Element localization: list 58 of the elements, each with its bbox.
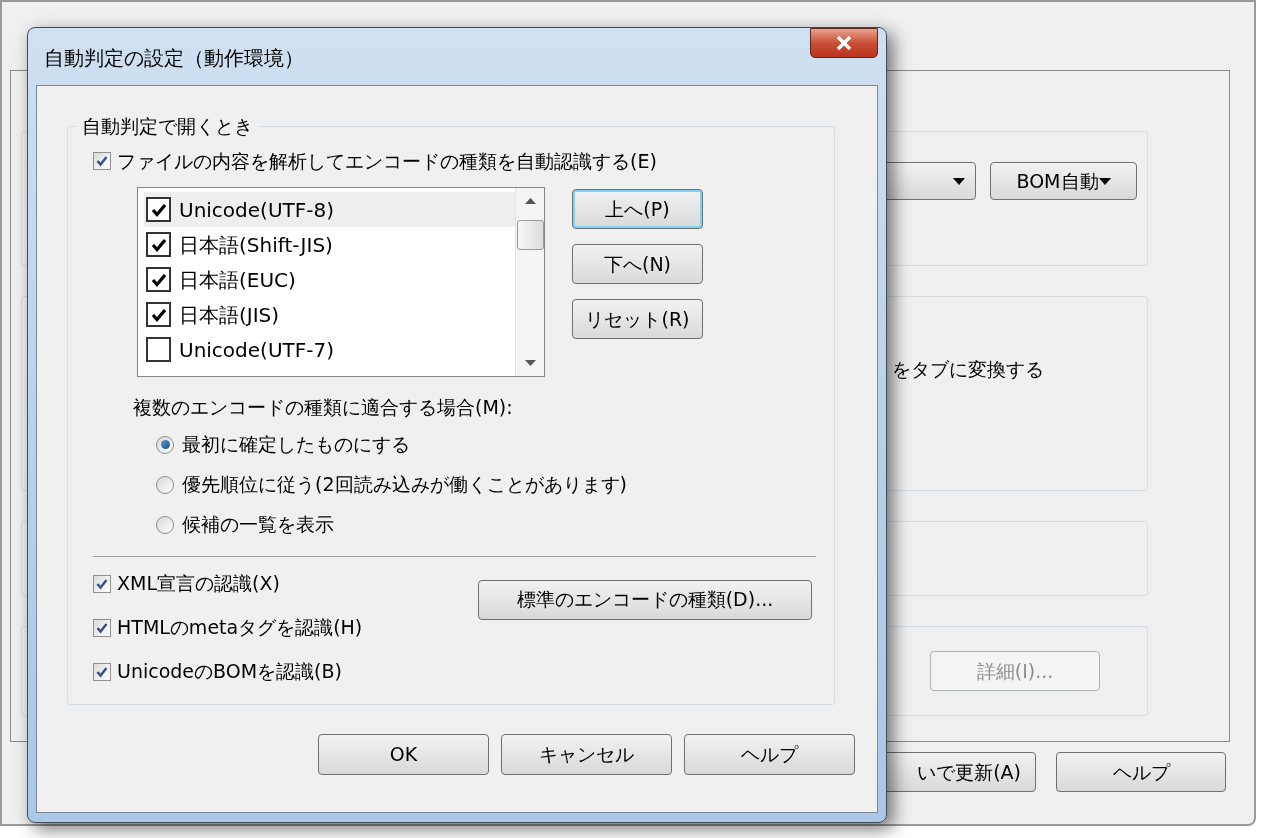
list-item-label: 日本語(JIS) xyxy=(179,301,280,329)
dialog-button[interactable]: OK xyxy=(318,734,489,775)
close-icon xyxy=(835,35,853,51)
list-item[interactable]: Unicode(UTF-7) xyxy=(144,332,515,367)
window-title: 自動判定の設定（動作環境） xyxy=(44,44,304,72)
check-icon xyxy=(150,307,167,322)
dropdown[interactable]: BOM自動 xyxy=(990,162,1137,200)
check-icon xyxy=(96,154,108,167)
default-encoding-button[interactable]: 標準のエンコードの種類(D)... xyxy=(478,579,812,620)
order-button[interactable]: 下へ(N) xyxy=(572,244,703,284)
scroll-down-icon[interactable] xyxy=(524,360,536,366)
radio-label: 候補の一覧を表示 xyxy=(182,512,334,538)
check-icon xyxy=(150,237,167,252)
checkbox[interactable] xyxy=(146,267,171,292)
order-button[interactable]: リセット(R) xyxy=(572,299,703,339)
checkbox[interactable] xyxy=(93,618,111,637)
option-label: をタブに変換する xyxy=(892,357,1044,382)
checkbox-label: UnicodeのBOMを認識(B) xyxy=(117,659,342,685)
group-title: 自動判定で開くとき xyxy=(81,114,254,139)
checkbox[interactable] xyxy=(93,151,111,170)
check-icon xyxy=(96,621,108,634)
order-button[interactable]: 上へ(P) xyxy=(572,189,703,229)
radio-button[interactable] xyxy=(156,475,174,494)
checkbox[interactable] xyxy=(146,232,171,257)
caret-icon xyxy=(1098,177,1111,185)
close-button[interactable] xyxy=(810,28,878,58)
dialog-button[interactable]: ヘルプ xyxy=(1056,752,1226,792)
radio-button[interactable] xyxy=(156,435,174,454)
list-item-label: 日本語(Shift-JIS) xyxy=(179,231,333,259)
list-item[interactable]: 日本語(Shift-JIS) xyxy=(144,227,515,262)
list-item-label: Unicode(UTF-7) xyxy=(179,336,334,364)
scroll-thumb[interactable] xyxy=(516,220,544,250)
checkbox[interactable] xyxy=(93,662,111,681)
section-label: 複数のエンコードの種類に適合する場合(M): xyxy=(133,395,514,420)
list-item[interactable]: Unicode(UTF-8) xyxy=(144,192,515,227)
checkbox-label: HTMLのmetaタグを認識(H) xyxy=(117,615,363,641)
radio-label: 優先順位に従う(2回読み込みが働くことがあります) xyxy=(182,472,627,498)
list-item-label: 日本語(EUC) xyxy=(179,266,296,294)
list-item-label: Unicode(UTF-8) xyxy=(179,196,334,224)
dialog-button[interactable]: キャンセル xyxy=(501,734,672,775)
list-item[interactable]: 日本語(JIS) xyxy=(144,297,515,332)
dialog-button[interactable]: ヘルプ xyxy=(684,734,855,775)
checkbox[interactable] xyxy=(146,302,171,327)
scroll-up-icon[interactable] xyxy=(524,198,536,204)
scrollbar[interactable] xyxy=(515,188,544,376)
check-icon xyxy=(150,202,167,217)
radio-button[interactable] xyxy=(156,515,174,534)
radio-label: 最初に確定したものにする xyxy=(182,432,410,458)
checkbox-label: ファイルの内容を解析してエンコードの種類を自動認識する(E) xyxy=(117,148,657,174)
checkbox-label: XML宣言の認識(X) xyxy=(117,571,280,597)
check-icon xyxy=(96,665,108,678)
caret-icon xyxy=(953,177,965,185)
checkbox[interactable] xyxy=(93,574,111,593)
checkbox[interactable] xyxy=(146,197,171,222)
checkbox[interactable] xyxy=(146,337,171,362)
check-icon xyxy=(150,272,167,287)
list-item[interactable]: 日本語(EUC) xyxy=(144,262,515,297)
check-icon xyxy=(96,577,108,590)
